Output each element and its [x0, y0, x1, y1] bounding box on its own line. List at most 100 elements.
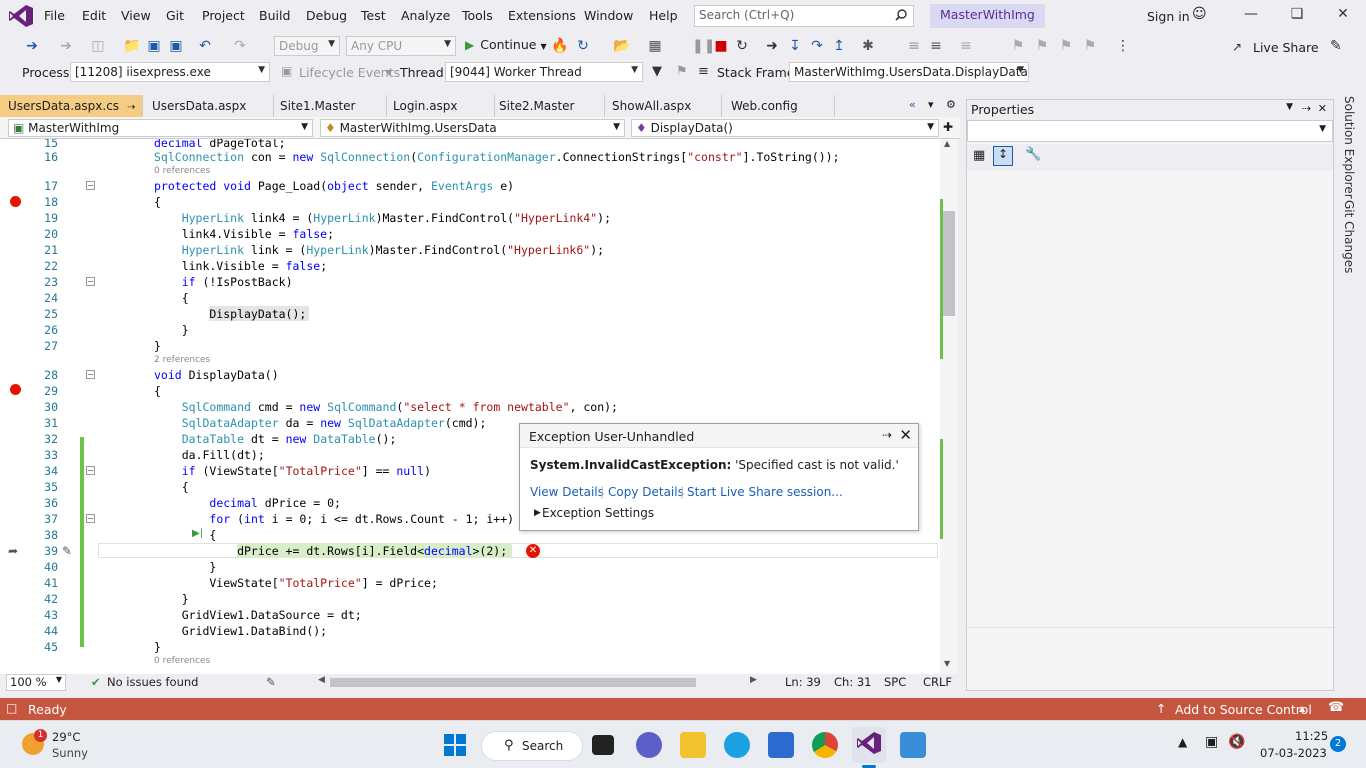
line-indicator[interactable]: Ln: 39: [785, 675, 821, 689]
menu-edit[interactable]: Edit: [82, 8, 106, 23]
uncomment-icon[interactable]: ≡: [928, 38, 944, 54]
menu-window[interactable]: Window: [584, 8, 633, 23]
code-line[interactable]: {: [154, 528, 216, 542]
filter-icon[interactable]: ▼: [652, 64, 662, 79]
code-line[interactable]: link4.Visible = false;: [154, 227, 334, 241]
menu-file[interactable]: File: [44, 8, 65, 23]
menu-tools[interactable]: Tools: [462, 8, 493, 23]
code-line[interactable]: }: [154, 323, 189, 337]
configuration-dropdown[interactable]: Debug ▼: [274, 36, 340, 56]
start-live-share-link[interactable]: Start Live Share session...: [687, 485, 843, 499]
member-dropdown[interactable]: ♦ DisplayData() ▼: [631, 119, 939, 137]
breakpoint-icon[interactable]: [10, 196, 21, 207]
zoom-dropdown[interactable]: 100 % ▼: [6, 674, 66, 691]
add-to-source-control-button[interactable]: Add to Source Control: [1175, 702, 1312, 717]
save-icon[interactable]: ▣: [146, 38, 162, 54]
notifications-icon[interactable]: ☎: [1328, 700, 1344, 715]
pause-icon[interactable]: ❚❚: [692, 38, 715, 54]
alphabetical-icon[interactable]: ↕: [993, 146, 1013, 166]
step-out-icon[interactable]: ↥: [831, 38, 847, 54]
code-line[interactable]: link.Visible = false;: [154, 259, 327, 273]
continue-button[interactable]: ▶ Continue ▼: [465, 37, 547, 52]
view-details-link[interactable]: View Details: [530, 485, 604, 499]
visual-studio-logo-icon[interactable]: [8, 4, 34, 28]
file-explorer-icon[interactable]: [680, 732, 706, 758]
minimize-icon[interactable]: —: [1236, 6, 1266, 26]
clock-time[interactable]: 11:25: [1295, 729, 1328, 743]
scroll-up-icon[interactable]: ▲: [944, 139, 950, 148]
categorized-icon[interactable]: ▦: [973, 148, 985, 163]
collapse-icon[interactable]: −: [86, 370, 95, 379]
scrollbar-thumb[interactable]: [943, 211, 955, 316]
whitespace-indicator[interactable]: SPC: [884, 675, 906, 689]
visual-studio-taskbar-icon[interactable]: [856, 731, 882, 755]
clock-date[interactable]: 07-03-2023: [1260, 746, 1327, 760]
undo-icon[interactable]: ↶: [197, 38, 213, 54]
close-icon[interactable]: ✕: [1328, 6, 1358, 26]
menu-test[interactable]: Test: [361, 8, 386, 23]
teams-chat-icon[interactable]: [636, 732, 662, 758]
code-line[interactable]: HyperLink link = (HyperLink)Master.FindC…: [154, 243, 604, 257]
chevron-right-icon[interactable]: ▶: [534, 508, 541, 518]
flag-icon[interactable]: ⚑: [676, 64, 688, 79]
collapse-icon[interactable]: −: [86, 277, 95, 286]
code-line[interactable]: if (!IsPostBack): [154, 275, 293, 289]
screenshot-icon[interactable]: ▦: [647, 38, 663, 54]
edge-browser-icon[interactable]: [724, 732, 750, 758]
prev-bookmark-icon[interactable]: ⚑: [1034, 38, 1050, 54]
collapse-icon[interactable]: −: [86, 466, 95, 475]
menu-debug[interactable]: Debug: [306, 8, 347, 23]
step-into-icon[interactable]: ↧: [787, 38, 803, 54]
exception-settings-toggle[interactable]: Exception Settings: [542, 506, 654, 520]
tab-site2-master[interactable]: Site2.Master: [491, 95, 605, 117]
chevron-down-icon[interactable]: ▼: [1286, 102, 1293, 112]
code-line[interactable]: }: [154, 339, 161, 353]
chrome-icon[interactable]: [812, 732, 838, 758]
code-line[interactable]: {: [154, 384, 161, 398]
collapse-icon[interactable]: −: [86, 181, 95, 190]
column-indicator[interactable]: Ch: 31: [834, 675, 871, 689]
menu-view[interactable]: View: [121, 8, 151, 23]
tab-usersdata-aspx-cs[interactable]: UsersData.aspx.cs⇢ ✕: [0, 95, 143, 127]
code-lens-references[interactable]: 0 references: [154, 166, 210, 176]
taskbar-search-button[interactable]: ⚲ Search: [481, 731, 583, 761]
platform-dropdown[interactable]: Any CPU ▼: [346, 36, 456, 56]
scroll-down-icon[interactable]: ▼: [944, 659, 950, 668]
code-line[interactable]: decimal dPageTotal;: [154, 139, 286, 150]
code-line[interactable]: GridView1.DataBind();: [154, 624, 327, 638]
exception-code-line[interactable]: dPrice += dt.Rows[i].Field<decimal>(2);: [154, 544, 507, 558]
back-icon[interactable]: ➔: [24, 38, 40, 54]
comment-icon[interactable]: ≡: [906, 38, 922, 54]
current-statement-arrow-icon[interactable]: ➦: [8, 544, 18, 558]
restart-icon[interactable]: ↻: [734, 38, 750, 54]
error-icon[interactable]: ✕: [526, 544, 540, 558]
code-line[interactable]: protected void Page_Load(object sender, …: [154, 179, 514, 193]
network-icon[interactable]: ▣: [1205, 734, 1218, 750]
pin-icon[interactable]: ⇢: [127, 102, 135, 113]
code-line[interactable]: ViewState["TotalPrice"] = dPrice;: [154, 576, 438, 590]
code-line[interactable]: }: [154, 560, 216, 574]
project-dropdown[interactable]: ▣ MasterWithImg ▼: [8, 119, 313, 137]
code-line[interactable]: void DisplayData(): [154, 368, 279, 382]
tab-showall-aspx[interactable]: ShowAll.aspx: [604, 95, 722, 117]
split-icon[interactable]: ✚: [943, 120, 953, 134]
git-changes-tab[interactable]: Git Changes: [1342, 200, 1356, 273]
line-ending-indicator[interactable]: CRLF: [923, 675, 952, 689]
settings-icon[interactable]: ⚙: [946, 98, 956, 111]
refresh-icon[interactable]: ↻: [575, 38, 591, 54]
microsoft-store-icon[interactable]: [768, 732, 794, 758]
step-over-icon[interactable]: ↷: [809, 38, 825, 54]
code-line[interactable]: SqlConnection con = new SqlConnection(Co…: [154, 150, 840, 164]
pin-icon[interactable]: ⇢: [1302, 102, 1311, 115]
notification-count-badge[interactable]: 2: [1330, 736, 1346, 752]
feedback-icon[interactable]: ✎: [1330, 38, 1342, 54]
restore-icon[interactable]: ❏: [1282, 6, 1312, 26]
menu-help[interactable]: Help: [649, 8, 678, 23]
forward-icon[interactable]: ➔: [58, 38, 74, 54]
code-line[interactable]: GridView1.DataSource = dt;: [154, 608, 362, 622]
sign-in-link[interactable]: Sign in: [1147, 9, 1190, 24]
indent-icon[interactable]: ≡: [958, 38, 974, 54]
next-bookmark-icon[interactable]: ⚑: [1058, 38, 1074, 54]
menu-extensions[interactable]: Extensions: [508, 8, 576, 23]
code-editor[interactable]: ➦ ✎ ▶ | − − − − − 15 16 17 18 19 20 21 22…: [0, 139, 940, 674]
